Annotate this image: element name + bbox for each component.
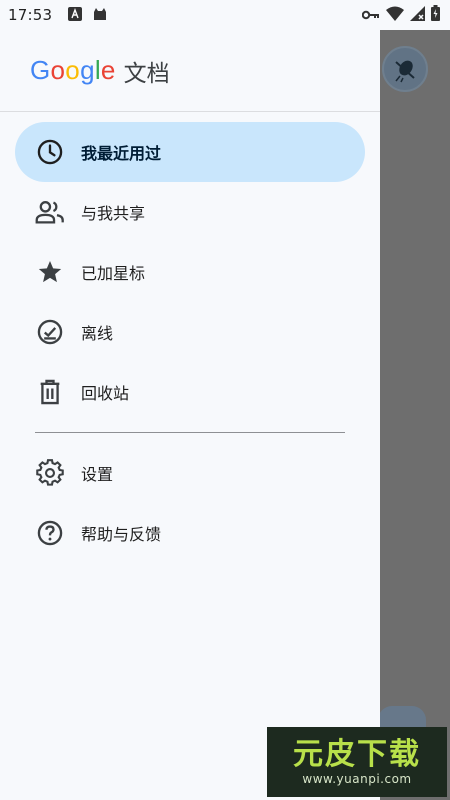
status-icons-right xyxy=(361,5,440,25)
signal-icon xyxy=(410,5,425,25)
watermark-url: www.yuanpi.com xyxy=(302,772,412,786)
nav-item-recent[interactable]: 我最近用过 xyxy=(15,122,365,182)
nav-item-help[interactable]: 帮助与反馈 xyxy=(15,503,365,563)
battery-icon xyxy=(431,5,440,25)
drawer-header: Google 文档 xyxy=(0,30,380,112)
nav-item-starred[interactable]: 已加星标 xyxy=(15,242,365,302)
nav-item-label: 回收站 xyxy=(81,384,130,403)
nav-divider xyxy=(35,432,345,433)
nav-item-label: 与我共享 xyxy=(81,204,146,223)
star-icon xyxy=(35,257,65,287)
logo-letter: o xyxy=(65,55,81,85)
wifi-icon xyxy=(386,6,404,25)
screen: 17:53 Google 文档 我最近用过 与我共享 已加星标 离线 回收站 设… xyxy=(0,0,450,800)
nav-item-settings[interactable]: 设置 xyxy=(15,443,365,503)
logo-letter: e xyxy=(100,55,116,85)
text-a-icon xyxy=(68,6,83,25)
app-title: 文档 xyxy=(123,60,170,87)
watermark-text: 元皮下载 xyxy=(293,737,421,772)
avatar[interactable] xyxy=(382,46,428,92)
status-bar: 17:53 xyxy=(0,0,450,30)
status-icons-left xyxy=(68,6,108,25)
status-time: 17:53 xyxy=(8,6,53,24)
logo-letter: g xyxy=(80,55,95,85)
trash-icon xyxy=(35,377,65,407)
navigation-drawer: Google 文档 我最近用过 与我共享 已加星标 离线 回收站 设置 帮助与反… xyxy=(0,30,380,800)
watermark-logo: 元皮下载 www.yuanpi.com xyxy=(267,727,447,797)
logo-letter: o xyxy=(50,55,66,85)
nav-item-label: 帮助与反馈 xyxy=(81,525,162,544)
avatar-bird-icon xyxy=(395,60,415,83)
vpn-key-icon xyxy=(361,6,380,25)
people-icon xyxy=(35,197,65,227)
nav-item-shared[interactable]: 与我共享 xyxy=(15,182,365,242)
clock-icon xyxy=(35,137,65,167)
nav-item-label: 我最近用过 xyxy=(81,144,162,163)
nav-item-label: 已加星标 xyxy=(81,264,146,283)
drawer-nav: 我最近用过 与我共享 已加星标 离线 回收站 设置 帮助与反馈 xyxy=(0,112,380,563)
android-cat-icon xyxy=(92,6,108,25)
background-content[interactable] xyxy=(380,30,450,800)
help-icon xyxy=(35,518,65,548)
google-logo-wordmark: Google xyxy=(30,55,116,86)
nav-item-offline[interactable]: 离线 xyxy=(15,302,365,362)
gear-icon xyxy=(35,458,65,488)
logo-letter: G xyxy=(30,55,51,85)
nav-item-label: 设置 xyxy=(81,465,114,484)
google-logo: Google xyxy=(30,55,116,86)
nav-item-trash[interactable]: 回收站 xyxy=(15,362,365,422)
offline-check-icon xyxy=(35,317,65,347)
nav-item-label: 离线 xyxy=(81,324,114,343)
